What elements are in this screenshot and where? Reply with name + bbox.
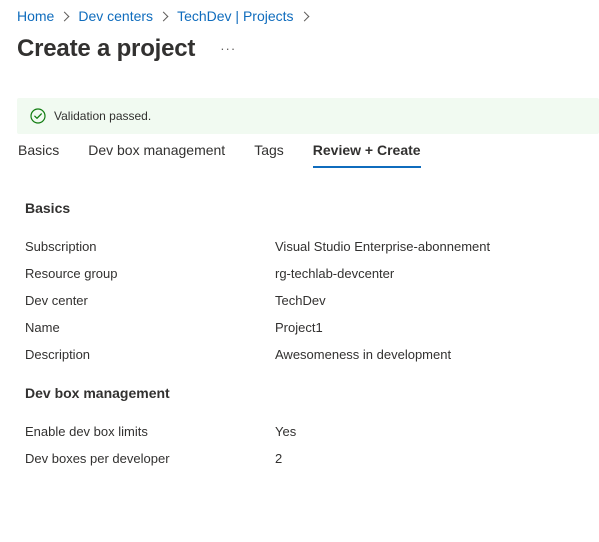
summary-label: Description	[25, 347, 91, 362]
check-circle-icon	[30, 108, 46, 124]
tab-tags[interactable]: Tags	[254, 140, 284, 168]
summary-label: Enable dev box limits	[25, 424, 148, 439]
tab-dev-box-management[interactable]: Dev box management	[88, 140, 225, 168]
tab-list: Basics Dev box management Tags Review + …	[18, 140, 450, 168]
tab-review-create[interactable]: Review + Create	[312, 140, 421, 168]
validation-banner: Validation passed.	[17, 98, 599, 134]
summary-value: Project1	[275, 320, 323, 335]
summary-label: Resource group	[25, 266, 118, 281]
summary-value: rg-techlab-devcenter	[275, 266, 395, 281]
breadcrumb-home-link[interactable]: Home	[17, 7, 54, 25]
chevron-right-icon	[299, 11, 309, 21]
summary-value: TechDev	[275, 293, 326, 308]
chevron-right-icon	[158, 11, 169, 21]
breadcrumb-projects-link[interactable]: TechDev | Projects	[177, 7, 293, 25]
summary-value: Awesomeness in development	[275, 347, 452, 362]
page-title: Create a project	[17, 35, 196, 62]
validation-message: Validation passed.	[54, 109, 152, 123]
chevron-right-icon	[59, 11, 70, 21]
breadcrumb-dev-centers-link[interactable]: Dev centers	[78, 7, 153, 25]
summary-label: Dev center	[25, 293, 88, 308]
title-row: Create a project ···	[17, 34, 236, 64]
tab-basics[interactable]: Basics	[18, 140, 59, 168]
summary-label: Dev boxes per developer	[25, 451, 170, 466]
summary-value: Visual Studio Enterprise-abonnement	[275, 239, 491, 254]
summary-value: 2	[275, 451, 283, 466]
create-project-page: Home Dev centers TechDev | Projects Crea…	[0, 0, 599, 542]
breadcrumb: Home Dev centers TechDev | Projects	[17, 7, 318, 25]
section-title-dev-box-management: Dev box management	[25, 385, 170, 401]
summary-label: Subscription	[25, 239, 97, 254]
section-title-basics: Basics	[25, 200, 71, 216]
more-options-icon[interactable]: ···	[220, 34, 236, 64]
summary-value: Yes	[275, 424, 297, 439]
summary-label: Name	[25, 320, 60, 335]
